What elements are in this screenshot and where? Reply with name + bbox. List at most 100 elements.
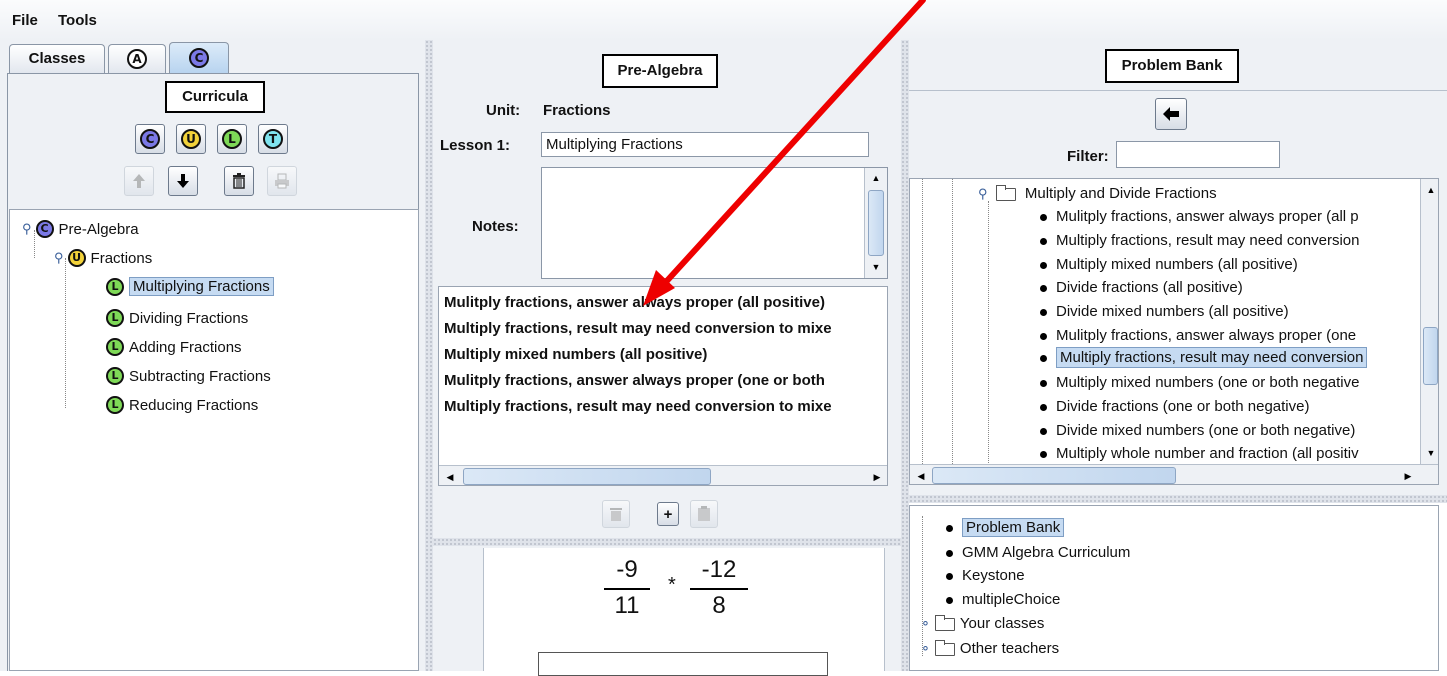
list-item[interactable]: Multiply fractions, result may need conv… — [444, 320, 832, 337]
splitter-middle[interactable] — [433, 538, 901, 546]
problem-item[interactable]: Divide fractions (all positive) — [1040, 279, 1243, 296]
scroll-thumb[interactable] — [463, 468, 711, 485]
scroll-down-icon[interactable]: ▼ — [868, 259, 884, 275]
bank-hscrollbar[interactable]: ◀ ▶ — [910, 464, 1438, 484]
expanded-key-icon[interactable]: ⚲ — [54, 250, 64, 266]
assignments-icon: A — [127, 49, 147, 69]
scroll-left-icon[interactable]: ◀ — [442, 469, 458, 485]
unit-label: Unit: — [486, 102, 521, 119]
tree-node-course[interactable]: ⚲ C Pre-Algebra — [22, 220, 139, 238]
lesson-icon: L — [106, 309, 124, 327]
bullet-icon — [1040, 284, 1047, 292]
fraction-1-bar — [604, 588, 650, 590]
paste-button[interactable] — [690, 500, 718, 528]
move-down-button[interactable] — [168, 166, 198, 196]
scroll-thumb[interactable] — [868, 190, 884, 256]
source-item[interactable]: Keystone — [946, 567, 1025, 584]
topic-icon: T — [263, 129, 283, 149]
bullet-icon — [1040, 427, 1047, 435]
list-item[interactable]: Multiply fractions, result may need conv… — [444, 398, 832, 415]
bullet-icon — [1040, 237, 1047, 245]
fraction-2-bar — [690, 588, 748, 590]
tree-node-unit[interactable]: ⚲ U Fractions — [54, 249, 152, 267]
notes-label: Notes: — [472, 218, 519, 235]
folder-icon — [934, 639, 955, 656]
collapsed-key-icon[interactable]: ⚬ — [920, 641, 931, 657]
problem-item-selected[interactable]: Multiply fractions, result may need conv… — [1040, 347, 1368, 368]
tree-node-lesson[interactable]: L Multiplying Fractions — [106, 277, 274, 296]
lesson-name-input[interactable]: Multiplying Fractions — [541, 132, 869, 157]
course-icon: C — [35, 220, 54, 238]
scroll-thumb[interactable] — [932, 467, 1176, 484]
bank-vscrollbar[interactable]: ▲ ▼ — [1420, 179, 1438, 464]
splitter-bank[interactable] — [909, 495, 1447, 503]
fraction-1-numerator: -9 — [616, 556, 638, 583]
problem-item[interactable]: Mulitply fractions, answer always proper… — [1040, 208, 1359, 225]
add-lesson-button[interactable]: L — [217, 124, 247, 154]
tree-node-lesson[interactable]: L Adding Fractions — [106, 338, 242, 356]
tree-folder-multiply-divide[interactable]: ⚲ Multiply and Divide Fractions — [978, 184, 1217, 202]
answer-box[interactable] — [538, 652, 828, 676]
problem-item[interactable]: Multiply whole number and fraction (all … — [1040, 445, 1359, 462]
expanded-key-icon[interactable]: ⚲ — [978, 186, 988, 202]
problem-preview: -9 11 * -12 8 — [483, 548, 885, 676]
tree-node-lesson[interactable]: L Dividing Fractions — [106, 309, 248, 327]
source-item[interactable]: GMM Algebra Curriculum — [946, 544, 1130, 561]
problem-item[interactable]: Mulitply fractions, answer always proper… — [1040, 327, 1356, 344]
lesson-icon: L — [106, 367, 124, 385]
trash-icon — [610, 508, 622, 521]
expanded-key-icon[interactable]: ⚲ — [22, 221, 32, 237]
problem-item[interactable]: Multiply mixed numbers (all positive) — [1040, 256, 1298, 273]
source-folder-your-classes[interactable]: ⚬ Your classes — [920, 614, 1044, 632]
scroll-thumb[interactable] — [1423, 327, 1438, 385]
problem-bank-heading: Problem Bank — [1105, 49, 1239, 83]
paste-icon — [698, 506, 710, 521]
problem-item[interactable]: Multiply mixed numbers (one or both nega… — [1040, 374, 1360, 391]
print-icon — [275, 173, 289, 189]
problem-item[interactable]: Divide mixed numbers (all positive) — [1040, 303, 1289, 320]
unit-icon: U — [181, 129, 201, 149]
scroll-right-icon[interactable]: ▶ — [1400, 468, 1416, 484]
problem-item[interactable]: Divide fractions (one or both negative) — [1040, 398, 1309, 415]
add-problem-button[interactable]: + — [657, 502, 679, 526]
tab-curricula[interactable]: C — [169, 42, 229, 74]
list-item[interactable]: Mulitply fractions, answer always proper… — [444, 372, 825, 389]
course-icon: C — [140, 129, 160, 149]
remove-problem-button[interactable] — [602, 500, 630, 528]
source-item[interactable]: multipleChoice — [946, 591, 1060, 608]
lesson-icon: L — [106, 396, 124, 414]
scroll-up-icon[interactable]: ▲ — [1423, 182, 1438, 198]
notes-scrollbar[interactable]: ▲ ▼ — [864, 168, 887, 278]
delete-button[interactable] — [224, 166, 254, 196]
splitter-left[interactable] — [425, 40, 433, 671]
tab-classes[interactable]: Classes — [9, 44, 105, 74]
tab-assignments[interactable]: A — [108, 44, 166, 74]
list-item[interactable]: Mulitply fractions, answer always proper… — [444, 294, 825, 311]
tree-node-lesson[interactable]: L Reducing Fractions — [106, 396, 258, 414]
collapsed-key-icon[interactable]: ⚬ — [920, 616, 931, 632]
print-button[interactable] — [267, 166, 297, 196]
menu-tools[interactable]: Tools — [58, 12, 97, 29]
notes-textarea[interactable] — [541, 167, 888, 279]
source-folder-other-teachers[interactable]: ⚬ Other teachers — [920, 639, 1059, 657]
move-up-button[interactable] — [124, 166, 154, 196]
add-course-button[interactable]: C — [135, 124, 165, 154]
menu-file[interactable]: File — [12, 12, 38, 29]
scroll-left-icon[interactable]: ◀ — [913, 468, 929, 484]
source-item-selected[interactable]: Problem Bank — [946, 518, 1065, 537]
problem-list-hscrollbar[interactable]: ◀ ▶ — [439, 465, 887, 485]
scroll-down-icon[interactable]: ▼ — [1423, 445, 1438, 461]
back-button[interactable] — [1155, 98, 1187, 130]
problem-item[interactable]: Multiply fractions, result may need conv… — [1040, 232, 1359, 249]
tree-node-lesson[interactable]: L Subtracting Fractions — [106, 367, 271, 385]
scroll-up-icon[interactable]: ▲ — [868, 170, 884, 186]
arrow-left-icon — [1163, 107, 1179, 121]
add-topic-button[interactable]: T — [258, 124, 288, 154]
add-unit-button[interactable]: U — [176, 124, 206, 154]
bullet-icon — [1040, 379, 1047, 387]
filter-input[interactable] — [1116, 141, 1280, 168]
splitter-right[interactable] — [901, 40, 909, 671]
problem-item[interactable]: Divide mixed numbers (one or both negati… — [1040, 422, 1355, 439]
scroll-right-icon[interactable]: ▶ — [869, 469, 885, 485]
list-item[interactable]: Multiply mixed numbers (all positive) — [444, 346, 707, 363]
